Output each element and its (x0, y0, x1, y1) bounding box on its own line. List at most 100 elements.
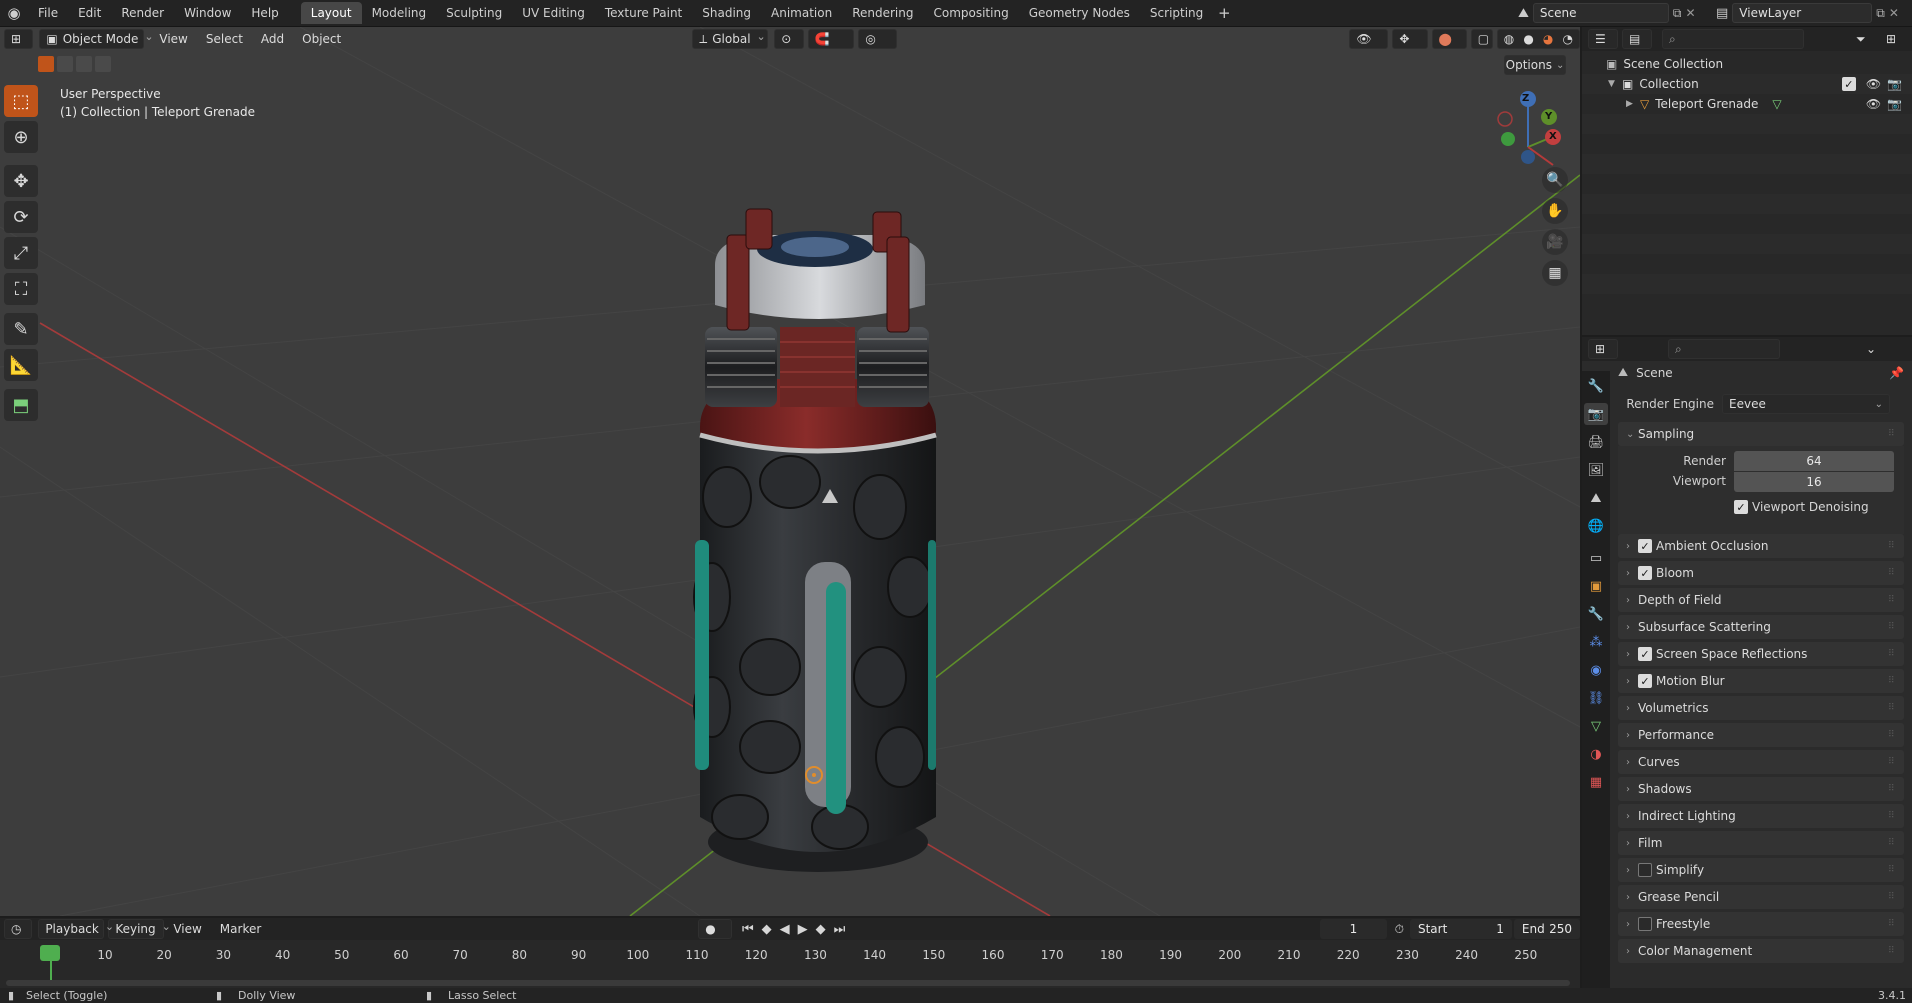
panel-enable-checkbox[interactable]: ✓ (1638, 674, 1652, 688)
outliner-search-input[interactable]: ⌕ (1662, 29, 1804, 49)
drag-grip-icon[interactable]: ⠿ (1888, 649, 1898, 659)
filter-icon[interactable]: ⏷ (1850, 29, 1878, 49)
tab-scripting[interactable]: Scripting (1140, 2, 1213, 24)
drag-grip-icon[interactable]: ⠿ (1888, 811, 1898, 821)
expand-arrow-icon[interactable]: ▼ (1608, 79, 1622, 89)
drag-grip-icon[interactable]: ⠿ (1888, 622, 1898, 632)
drag-grip-icon[interactable]: ⠿ (1888, 838, 1898, 848)
drag-grip-icon[interactable]: ⠿ (1888, 865, 1898, 875)
panel-curves[interactable]: › Curves ⠿ (1618, 750, 1904, 774)
drag-grip-icon[interactable]: ⠿ (1888, 703, 1898, 713)
panel-enable-checkbox[interactable] (1638, 863, 1652, 877)
frame-ruler[interactable]: 1102030405060708090100110120130140150160… (0, 940, 1580, 988)
blender-logo-icon[interactable]: ◉ (0, 0, 28, 27)
gizmo-y-label[interactable]: Y (1545, 111, 1552, 122)
tool-tab-icon[interactable]: 🔧 (1584, 375, 1608, 397)
panel-volumetrics[interactable]: › Volumetrics ⠿ (1618, 696, 1904, 720)
menu-select[interactable]: Select (197, 32, 252, 46)
menu-edit[interactable]: Edit (68, 0, 111, 27)
outliner[interactable]: ☰ ▤ ⌕ ⏷ ⊞ ▣ Scene Collection ▼ ▣ Collect… (1582, 27, 1912, 335)
pivot-icon[interactable]: ⊙ (774, 29, 804, 49)
panel-enable-checkbox[interactable]: ✓ (1638, 566, 1652, 580)
properties-options-icon[interactable]: ⌄ (1860, 339, 1882, 359)
tab-shading[interactable]: Shading (692, 2, 761, 24)
display-mode-icon[interactable]: ▤ (1622, 29, 1652, 49)
panel-subsurface-scattering[interactable]: › Subsurface Scattering ⠿ (1618, 615, 1904, 639)
viewport-samples-field[interactable]: 16 (1734, 472, 1894, 492)
rendered-shading-icon[interactable]: ◔ (1563, 32, 1573, 46)
tab-animation[interactable]: Animation (761, 2, 842, 24)
panel-ambient-occlusion[interactable]: › ✓ Ambient Occlusion ⠿ (1618, 534, 1904, 558)
drag-grip-icon[interactable]: ⠿ (1888, 946, 1898, 956)
select-subtract-icon[interactable] (76, 56, 92, 72)
drag-grip-icon[interactable]: ⠿ (1888, 429, 1898, 439)
view-layer-icon[interactable]: ▤ (1716, 6, 1728, 21)
new-scene-icon[interactable]: ⧉ (1673, 6, 1682, 21)
pan-hand-icon[interactable]: ✋ (1542, 198, 1568, 224)
menu-object[interactable]: Object (293, 32, 350, 46)
outliner-editor-type-icon[interactable]: ☰ (1588, 29, 1618, 49)
drag-grip-icon[interactable]: ⠿ (1888, 676, 1898, 686)
select-intersect-icon[interactable] (95, 56, 111, 72)
transform-tool-icon[interactable]: ⛶ (4, 273, 38, 305)
gizmo-x-label[interactable]: X (1549, 131, 1557, 142)
render-engine-dropdown[interactable]: Eevee ⌄ (1722, 394, 1890, 414)
collapse-arrow-icon[interactable]: ▶ (1626, 99, 1640, 109)
viewport-denoising-checkbox[interactable]: ✓ (1734, 500, 1748, 514)
gizmo-z-label[interactable]: Z (1522, 93, 1529, 104)
properties-search-input[interactable]: ⌕ (1668, 339, 1780, 359)
solid-shading-icon[interactable]: ● (1523, 32, 1533, 46)
select-new-icon[interactable] (38, 56, 54, 72)
tab-texture-paint[interactable]: Texture Paint (595, 2, 692, 24)
properties-editor[interactable]: ⊞ ⌕ ⌄ 🔧 📷 🖨 🖼 ⛰ 🌐 ▭ ▣ 🔧 ⁂ ◉ ⛓ ▽ ◑ ▦ ⛰ Sc… (1582, 337, 1912, 1003)
proportional-edit-icon[interactable]: ◎ (858, 29, 898, 49)
tab-modeling[interactable]: Modeling (362, 2, 437, 24)
panel-depth-of-field[interactable]: › Depth of Field ⠿ (1618, 588, 1904, 612)
delete-view-layer-icon[interactable]: ✕ (1889, 6, 1899, 20)
timeline[interactable]: ◷ Playback Keying View Marker ● ⏮ ◆ ◀ ▶ … (0, 918, 1580, 988)
move-tool-icon[interactable]: ✥ (4, 165, 38, 197)
menu-render[interactable]: Render (111, 0, 174, 27)
drag-grip-icon[interactable]: ⠿ (1888, 784, 1898, 794)
drag-grip-icon[interactable]: ⠿ (1888, 595, 1898, 605)
panel-enable-checkbox[interactable]: ✓ (1638, 539, 1652, 553)
properties-editor-type-icon[interactable]: ⊞ (1588, 339, 1618, 359)
add-cube-tool-icon[interactable]: ⬒ (4, 389, 38, 421)
drag-grip-icon[interactable]: ⠿ (1888, 892, 1898, 902)
visibility-icon[interactable]: 👁 (1349, 29, 1389, 49)
gizmo-toggle-icon[interactable]: ✥ (1392, 29, 1428, 49)
object-mode-dropdown[interactable]: ▣ Object Mode (39, 29, 145, 49)
view-layer-field[interactable]: ViewLayer (1732, 3, 1873, 23)
panel-motion-blur[interactable]: › ✓ Motion Blur ⠿ (1618, 669, 1904, 693)
timeline-scrollbar[interactable] (6, 980, 1570, 986)
drag-grip-icon[interactable]: ⠿ (1888, 568, 1898, 578)
menu-help[interactable]: Help (241, 0, 288, 27)
playhead[interactable] (40, 945, 60, 961)
rotate-tool-icon[interactable]: ⟳ (4, 201, 38, 233)
shading-mode-buttons[interactable]: ◍ ● ◕ ◔ (1496, 29, 1580, 49)
tab-rendering[interactable]: Rendering (842, 2, 923, 24)
render-camera-icon[interactable]: 📷 (1887, 97, 1902, 111)
new-collection-icon[interactable]: ⊞ (1880, 29, 1902, 49)
zoom-icon[interactable]: 🔍 (1542, 167, 1568, 193)
panel-grease-pencil[interactable]: › Grease Pencil ⠿ (1618, 885, 1904, 909)
tab-compositing[interactable]: Compositing (923, 2, 1018, 24)
tab-sculpting[interactable]: Sculpting (436, 2, 512, 24)
drag-grip-icon[interactable]: ⠿ (1888, 541, 1898, 551)
delete-scene-icon[interactable]: ✕ (1686, 6, 1696, 20)
ortho-grid-icon[interactable]: ▦ (1542, 260, 1568, 286)
panel-shadows[interactable]: › Shadows ⠿ (1618, 777, 1904, 801)
annotate-tool-icon[interactable]: ✎ (4, 313, 38, 345)
3d-viewport[interactable]: Z Y X ⊞ ▣ Object Mode View Select Add Ob… (0, 27, 1580, 916)
viewport-canvas[interactable] (0, 27, 1580, 916)
outliner-row-teleport-grenade[interactable]: ▶ ▽ Teleport Grenade ▽ 👁 📷 (1582, 94, 1912, 114)
snap-icon[interactable]: 🧲 (807, 29, 855, 49)
transform-orientation-dropdown[interactable]: ⟂ Global (692, 29, 769, 49)
tab-geometry-nodes[interactable]: Geometry Nodes (1019, 2, 1140, 24)
measure-tool-icon[interactable]: 📐 (4, 349, 38, 381)
panel-enable-checkbox[interactable] (1638, 917, 1652, 931)
render-samples-field[interactable]: 64 (1734, 451, 1894, 471)
pin-icon[interactable]: 📌 (1889, 366, 1904, 380)
panel-freestyle[interactable]: › Freestyle ⠿ (1618, 912, 1904, 936)
menu-add[interactable]: Add (252, 32, 293, 46)
